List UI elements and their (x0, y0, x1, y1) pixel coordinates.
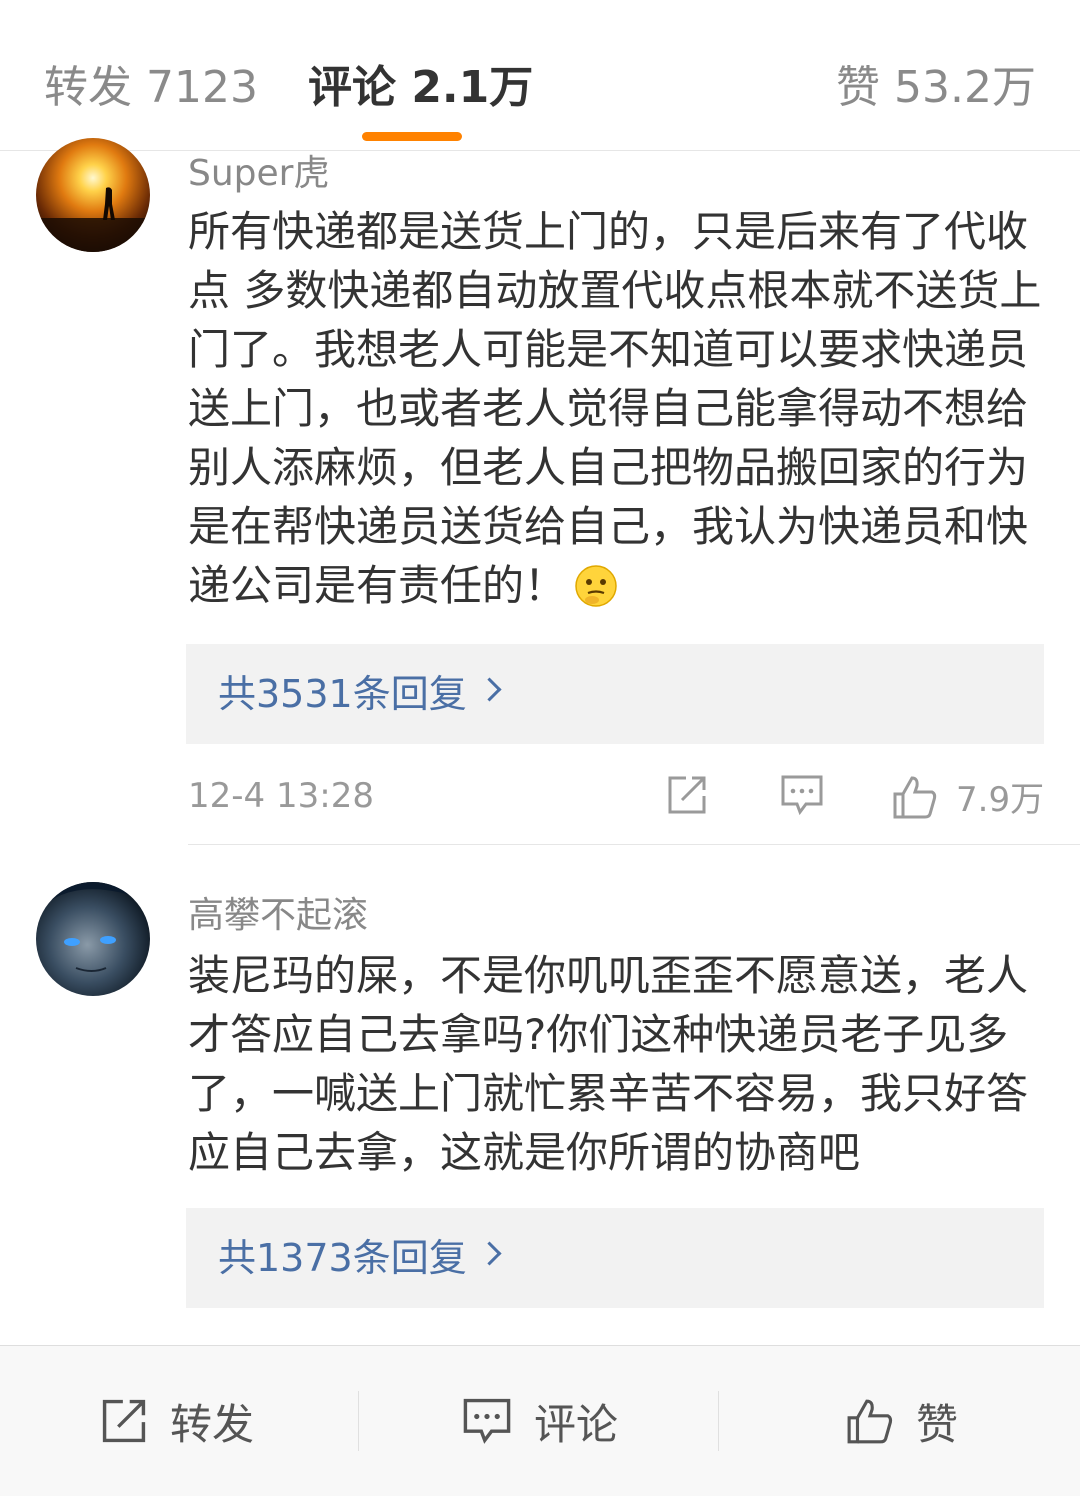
thumbs-up-icon (847, 1399, 893, 1444)
thinking-emoji-icon (574, 564, 618, 608)
like-count: 7.9万 (956, 780, 1045, 820)
comment-icon (463, 1398, 511, 1444)
comment-username[interactable]: Super虎 (188, 144, 329, 196)
comment-divider (188, 844, 1080, 845)
bottom-comment-label: 评论 (534, 1399, 619, 1449)
replies-count: 共1373条回复 (218, 1236, 467, 1280)
tab-repost[interactable]: 转发 7123 (44, 60, 258, 116)
like-button[interactable]: 7.9万 (892, 772, 1044, 821)
avatar[interactable] (36, 882, 150, 996)
share-icon (668, 776, 706, 814)
replies-count: 共3531条回复 (218, 672, 467, 716)
comment-text: 所有快递都是送货上门的，只是后来有了代收点 多数快递都自动放置代收点根本就不送货… (188, 202, 1048, 615)
chevron-right-icon (477, 1241, 502, 1266)
tab-like[interactable]: 赞 53.2万 (836, 60, 1036, 116)
comment-icon (781, 775, 823, 816)
bottom-repost-button[interactable]: 转发 (100, 1346, 254, 1496)
comment-time: 12-4 13:28 (188, 776, 374, 816)
chevron-right-icon (477, 677, 502, 702)
tab-comment[interactable]: 评论 2.1万 (308, 60, 533, 116)
active-tab-indicator (362, 132, 462, 141)
bottom-action-bar: 转发 评论 赞 (0, 1345, 1080, 1496)
replies-box[interactable]: 共3531条回复 (186, 644, 1044, 744)
thumbs-up-icon (893, 775, 937, 818)
share-icon (102, 1399, 146, 1443)
bottom-separator (718, 1391, 719, 1451)
bottom-repost-label: 转发 (170, 1399, 255, 1449)
repost-button[interactable] (666, 774, 708, 816)
bottom-separator (358, 1391, 359, 1451)
tab-bar: 转发 7123 评论 2.1万 赞 53.2万 (0, 0, 1080, 151)
comment-username[interactable]: 高攀不起滚 (188, 886, 368, 938)
comment-text: 装尼玛的屎，不是你叽叽歪歪不愿意送，老人才答应自己去拿吗?你们这种快递员老子见多… (188, 951, 1029, 1177)
avatar[interactable] (36, 138, 150, 252)
bottom-like-label: 赞 (916, 1399, 959, 1449)
replies-box[interactable]: 共1373条回复 (186, 1208, 1044, 1308)
comment-text-content: 所有快递都是送货上门的，只是后来有了代收点 多数快递都自动放置代收点根本就不送货… (188, 207, 1042, 610)
bottom-comment-button[interactable]: 评论 (462, 1346, 618, 1496)
bottom-like-button[interactable]: 赞 (846, 1346, 958, 1496)
reply-button[interactable] (780, 774, 824, 816)
